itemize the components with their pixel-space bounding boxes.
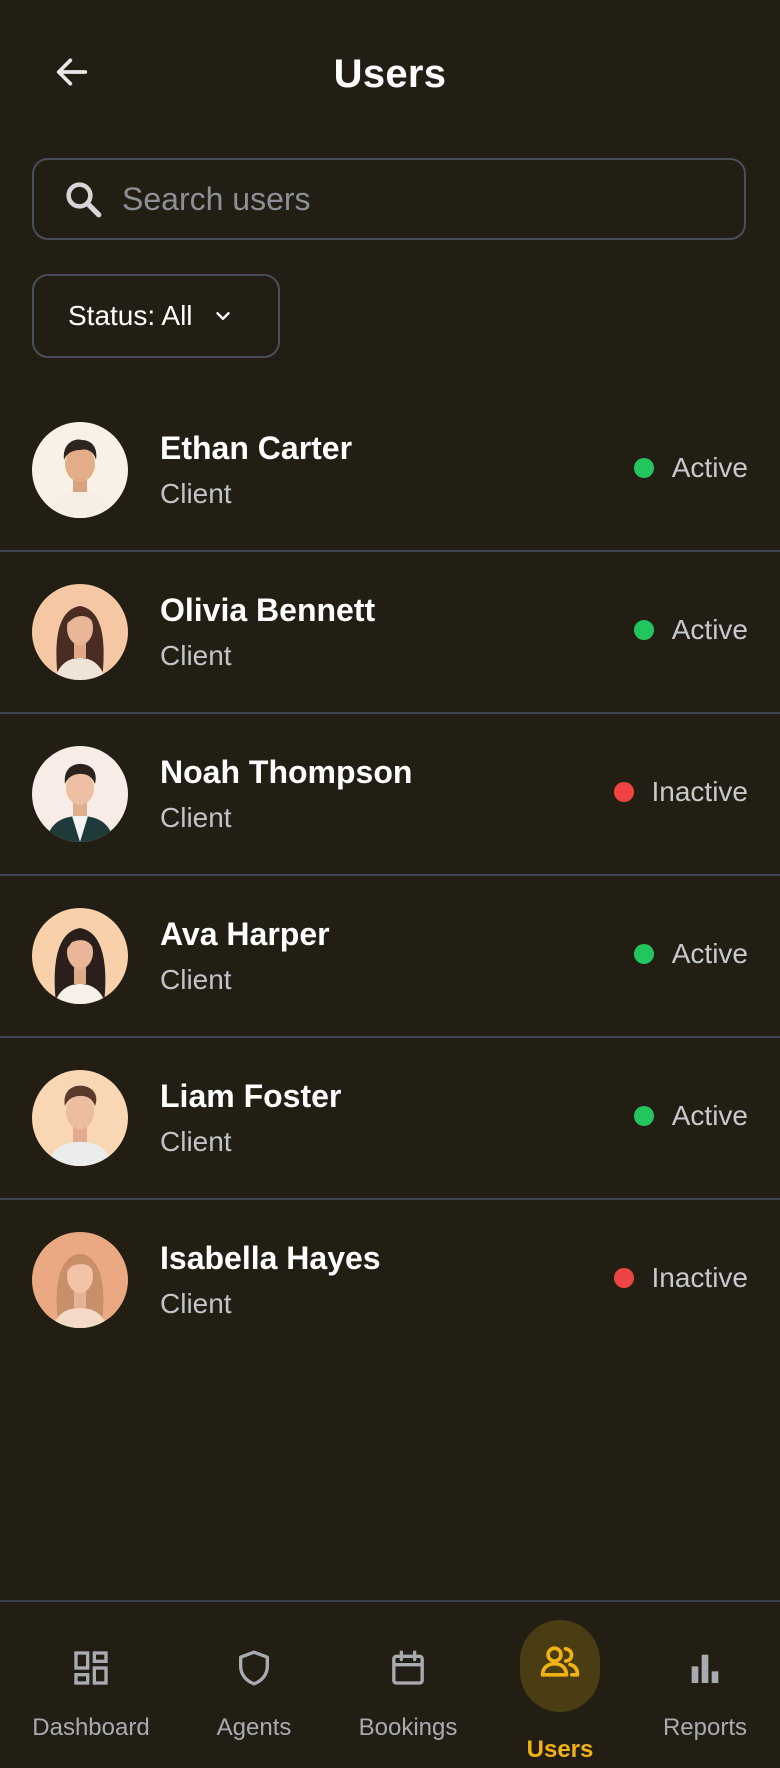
user-role: Client — [160, 802, 232, 833]
nav-item-users[interactable]: Users — [500, 1602, 620, 1768]
status-badge: Active — [633, 452, 748, 484]
status-label: Active — [671, 452, 748, 483]
status-badge: Active — [633, 1100, 748, 1132]
avatar — [32, 1232, 128, 1328]
status-dot — [613, 1268, 634, 1288]
nav-item-agents[interactable]: Agents — [194, 1602, 314, 1768]
avatar — [32, 1070, 128, 1166]
avatar — [32, 422, 128, 518]
status-dot — [633, 944, 654, 964]
avatar — [32, 746, 128, 842]
nav-label: Reports — [662, 1714, 748, 1741]
status-label: Inactive — [651, 776, 749, 807]
user-name: Noah Thompson — [160, 754, 413, 790]
status-filter-dropdown[interactable]: Status: All — [32, 274, 280, 358]
header: Users — [0, 0, 780, 150]
user-list: Ethan Carter Client Active Olivia Bennet… — [0, 390, 780, 1360]
nav-item-reports[interactable]: Reports — [646, 1602, 764, 1768]
status-label: Active — [671, 1100, 748, 1131]
user-row[interactable]: Liam Foster Client Active — [0, 1038, 780, 1200]
shield-icon — [232, 1646, 276, 1690]
status-label: Inactive — [651, 1262, 749, 1293]
nav-item-dashboard[interactable]: Dashboard — [16, 1602, 166, 1768]
user-role: Client — [160, 1126, 232, 1157]
status-dot — [613, 782, 634, 802]
status-label: Active — [671, 938, 748, 969]
search-icon — [60, 176, 106, 222]
status-badge: Inactive — [613, 1262, 749, 1294]
user-row[interactable]: Isabella Hayes Client Inactive — [0, 1200, 780, 1360]
status-dot — [633, 620, 654, 640]
bar-chart-icon — [683, 1646, 727, 1690]
status-badge: Inactive — [613, 776, 749, 808]
nav-label: Dashboard — [32, 1714, 150, 1741]
user-name: Olivia Bennett — [160, 592, 376, 628]
status-filter-label: Status: All — [68, 300, 193, 331]
users-icon — [538, 1640, 582, 1684]
status-badge: Active — [633, 938, 748, 970]
status-label: Active — [671, 614, 748, 645]
bottom-nav: Dashboard Agents Bookings Users Reports — [0, 1600, 780, 1768]
user-row[interactable]: Ethan Carter Client Active — [0, 390, 780, 552]
chevron-down-icon — [211, 304, 235, 328]
dashboard-icon — [69, 1646, 113, 1690]
avatar — [32, 584, 128, 680]
nav-item-bookings[interactable]: Bookings — [346, 1602, 470, 1768]
user-row[interactable]: Olivia Bennett Client Active — [0, 552, 780, 714]
avatar — [32, 908, 128, 1004]
user-row[interactable]: Noah Thompson Client Inactive — [0, 714, 780, 876]
nav-label: Agents — [216, 1714, 292, 1741]
user-name: Ava Harper — [160, 916, 330, 952]
page-title: Users — [333, 52, 447, 96]
status-badge: Active — [633, 614, 748, 646]
nav-label: Users — [526, 1736, 594, 1763]
user-role: Client — [160, 478, 232, 509]
calendar-icon — [386, 1646, 430, 1690]
user-name: Ethan Carter — [160, 430, 353, 466]
search-input[interactable] — [120, 168, 724, 230]
user-name: Liam Foster — [160, 1078, 342, 1114]
user-role: Client — [160, 1288, 232, 1319]
nav-label: Bookings — [358, 1714, 458, 1741]
user-row[interactable]: Ava Harper Client Active — [0, 876, 780, 1038]
search-box[interactable] — [32, 158, 746, 240]
user-role: Client — [160, 964, 232, 995]
status-dot — [633, 458, 654, 478]
user-name: Isabella Hayes — [160, 1240, 381, 1276]
status-dot — [633, 1106, 654, 1126]
user-role: Client — [160, 640, 232, 671]
